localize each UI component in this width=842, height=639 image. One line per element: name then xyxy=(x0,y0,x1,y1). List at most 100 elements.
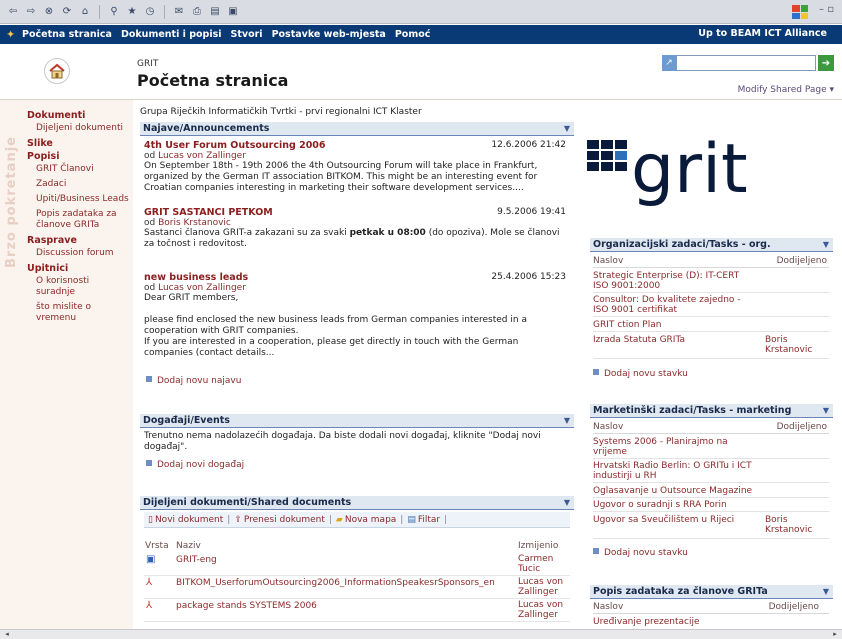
ql-item-discussion-forum[interactable]: Discussion forum xyxy=(27,248,131,259)
new-folder-button[interactable]: Nova mapa xyxy=(345,515,396,525)
marketing-tasks-header[interactable]: Marketinški zadaci/Tasks - marketing ▼ xyxy=(590,404,833,418)
task-title[interactable]: Consultor: Do kvalitete zajedno - ISO 90… xyxy=(593,295,753,315)
task-title[interactable]: Hrvatski Radio Berlin: O GRITu i ICT ind… xyxy=(593,461,753,481)
ql-section-surveys[interactable]: Upitnici xyxy=(27,263,131,274)
ql-item-shared-documents[interactable]: Dijeljeni dokumenti xyxy=(27,123,131,134)
ql-section-images[interactable]: Slike xyxy=(27,138,131,149)
add-event-link[interactable]: Dodaj novi događaj xyxy=(146,460,244,470)
nav-site-settings[interactable]: Postavke web-mjesta xyxy=(272,29,386,40)
column-header-name[interactable]: Naziv xyxy=(176,541,201,551)
document-row[interactable]: ⅄ package stands SYSTEMS 2006 Lucas von … xyxy=(144,600,570,622)
ql-item-survey-weather[interactable]: što mislite o vremenu xyxy=(27,302,131,324)
announcement-author[interactable]: Lucas von Zallinger xyxy=(158,151,246,161)
scroll-left-icon[interactable]: ◂ xyxy=(2,630,12,639)
task-title[interactable]: Ugovor sa Sveučilištem u Rijeci xyxy=(593,515,753,525)
task-row[interactable]: Oglasavanje u Outsource Magazine xyxy=(593,486,829,498)
column-header-title[interactable]: Naslov xyxy=(593,602,623,612)
task-row[interactable]: Ugovor o suradnji s RRA Porin xyxy=(593,500,829,512)
task-assigned[interactable]: Boris Krstanovic xyxy=(765,335,827,355)
nav-help[interactable]: Pomoć xyxy=(395,29,431,40)
webpart-menu-icon[interactable]: ▼ xyxy=(823,585,829,598)
ql-item-business-leads[interactable]: Upiti/Business Leads xyxy=(27,194,131,205)
document-name[interactable]: package stands SYSTEMS 2006 xyxy=(176,601,516,611)
shared-docs-header[interactable]: Dijeljeni dokumenti/Shared documents ▼ xyxy=(140,496,574,510)
favorites-icon[interactable]: ★ xyxy=(125,5,139,19)
task-row[interactable]: Ugovor sa Sveučilištem u Rijeci Boris Kr… xyxy=(593,515,829,539)
scroll-right-icon[interactable]: ▸ xyxy=(830,630,840,639)
add-announcement-link[interactable]: Dodaj novu najavu xyxy=(146,376,241,386)
webpart-menu-icon[interactable]: ▼ xyxy=(823,404,829,417)
ql-item-member-tasks[interactable]: Popis zadataka za članove GRITa xyxy=(27,209,131,231)
webpart-menu-icon[interactable]: ▼ xyxy=(823,238,829,251)
task-title[interactable]: Ugovor o suradnji s RRA Porin xyxy=(593,500,753,510)
search-input[interactable] xyxy=(676,55,816,71)
org-tasks-header[interactable]: Organizacijski zadaci/Tasks - org. ▼ xyxy=(590,238,833,252)
column-header-modified[interactable]: Izmijenio xyxy=(518,541,558,551)
filter-button[interactable]: Filtar xyxy=(418,515,440,525)
task-row[interactable]: Izrada Statuta GRITa Boris Krstanovic xyxy=(593,335,829,359)
document-row[interactable]: ▣ GRIT-eng Carmen Tucic xyxy=(144,554,570,576)
search-go-icon[interactable]: ➔ xyxy=(818,55,834,71)
events-header[interactable]: Događaji/Events ▼ xyxy=(140,414,574,428)
task-title[interactable]: Systems 2006 - Planirajmo na vrijeme xyxy=(593,437,753,457)
ql-item-grit-members[interactable]: GRIT Članovi xyxy=(27,164,131,175)
task-row[interactable]: Systems 2006 - Planirajmo na vrijeme xyxy=(593,437,829,459)
ql-item-tasks[interactable]: Zadaci xyxy=(27,179,131,190)
window-controls-icon[interactable]: – ▫ xyxy=(819,4,834,15)
webpart-menu-icon[interactable]: ▼ xyxy=(564,122,570,135)
modify-shared-page-link[interactable]: Modify Shared Page ▾ xyxy=(738,85,834,95)
column-header-title[interactable]: Naslov xyxy=(593,256,623,266)
document-modified-by[interactable]: Lucas von Zallinger xyxy=(518,577,570,597)
document-modified-by[interactable]: Lucas von Zallinger xyxy=(518,600,570,620)
document-row[interactable]: ⅄ BITKOM_UserforumOutsourcing2006_Inform… xyxy=(144,577,570,599)
refresh-icon[interactable]: ⟳ xyxy=(60,5,74,19)
horizontal-scrollbar[interactable]: ◂ ▸ xyxy=(0,629,842,639)
document-name[interactable]: BITKOM_UserforumOutsourcing2006_Informat… xyxy=(176,578,516,588)
task-row[interactable]: Consultor: Do kvalitete zajedno - ISO 90… xyxy=(593,295,829,317)
ql-section-discussions[interactable]: Rasprave xyxy=(27,235,131,246)
column-header-assigned[interactable]: Dodijeljeno xyxy=(777,422,827,432)
site-home-logo-icon[interactable] xyxy=(44,58,70,84)
announcement-author[interactable]: Boris Krstanovic xyxy=(158,218,231,228)
task-title[interactable]: GRIT ction Plan xyxy=(593,320,753,330)
task-row[interactable]: Uređivanje prezentacije xyxy=(593,617,829,628)
column-header-type[interactable]: Vrsta xyxy=(145,541,169,551)
ql-section-documents[interactable]: Dokumenti xyxy=(27,110,131,121)
document-modified-by[interactable]: Carmen Tucic xyxy=(518,554,570,574)
print-icon[interactable]: ⎙ xyxy=(190,5,204,19)
webpart-menu-icon[interactable]: ▼ xyxy=(564,414,570,427)
back-icon[interactable]: ⇦ xyxy=(6,5,20,19)
announcements-header[interactable]: Najave/Announcements ▼ xyxy=(140,122,574,136)
announcement-author[interactable]: Lucas von Zallinger xyxy=(158,283,246,293)
member-tasks-header[interactable]: Popis zadataka za članove GRITa ▼ xyxy=(590,585,833,599)
nav-home[interactable]: Početna stranica xyxy=(22,29,112,40)
task-title[interactable]: Uređivanje prezentacije xyxy=(593,617,753,627)
nav-documents-lists[interactable]: Dokumenti i popisi xyxy=(121,29,222,40)
stop-icon[interactable]: ⊗ xyxy=(42,5,56,19)
column-header-assigned[interactable]: Dodijeljeno xyxy=(777,256,827,266)
column-header-title[interactable]: Naslov xyxy=(593,422,623,432)
task-row[interactable]: Hrvatski Radio Berlin: O GRITu i ICT ind… xyxy=(593,461,829,483)
nav-up-to-parent[interactable]: Up to BEAM ICT Alliance xyxy=(698,28,827,39)
history-icon[interactable]: ◷ xyxy=(143,5,157,19)
task-assigned[interactable]: Boris Krstanovic xyxy=(765,515,827,535)
add-org-task-link[interactable]: Dodaj novu stavku xyxy=(593,369,688,379)
ql-item-survey-cooperation[interactable]: O korisnosti suradnje xyxy=(27,276,131,298)
add-marketing-task-link[interactable]: Dodaj novu stavku xyxy=(593,548,688,558)
nav-create[interactable]: Stvori xyxy=(231,29,263,40)
edit-icon[interactable]: ▤ xyxy=(208,5,222,19)
upload-document-button[interactable]: Prenesi dokument xyxy=(244,515,325,525)
home-icon[interactable]: ⌂ xyxy=(78,5,92,19)
discuss-icon[interactable]: ▣ xyxy=(226,5,240,19)
webpart-menu-icon[interactable]: ▼ xyxy=(564,496,570,509)
document-name[interactable]: GRIT-eng xyxy=(176,555,516,565)
task-title[interactable]: Izrada Statuta GRITa xyxy=(593,335,753,345)
mail-icon[interactable]: ✉ xyxy=(172,5,186,19)
new-document-button[interactable]: Novi dokument xyxy=(155,515,223,525)
search-icon[interactable]: ⚲ xyxy=(107,5,121,19)
ql-section-lists[interactable]: Popisi xyxy=(27,151,131,162)
task-row[interactable]: Strategic Enterprise (D): IT-CERT ISO 90… xyxy=(593,271,829,293)
task-row[interactable]: GRIT ction Plan xyxy=(593,320,829,332)
task-title[interactable]: Oglasavanje u Outsource Magazine xyxy=(593,486,793,496)
column-header-assigned[interactable]: Dodijeljeno xyxy=(769,602,819,612)
